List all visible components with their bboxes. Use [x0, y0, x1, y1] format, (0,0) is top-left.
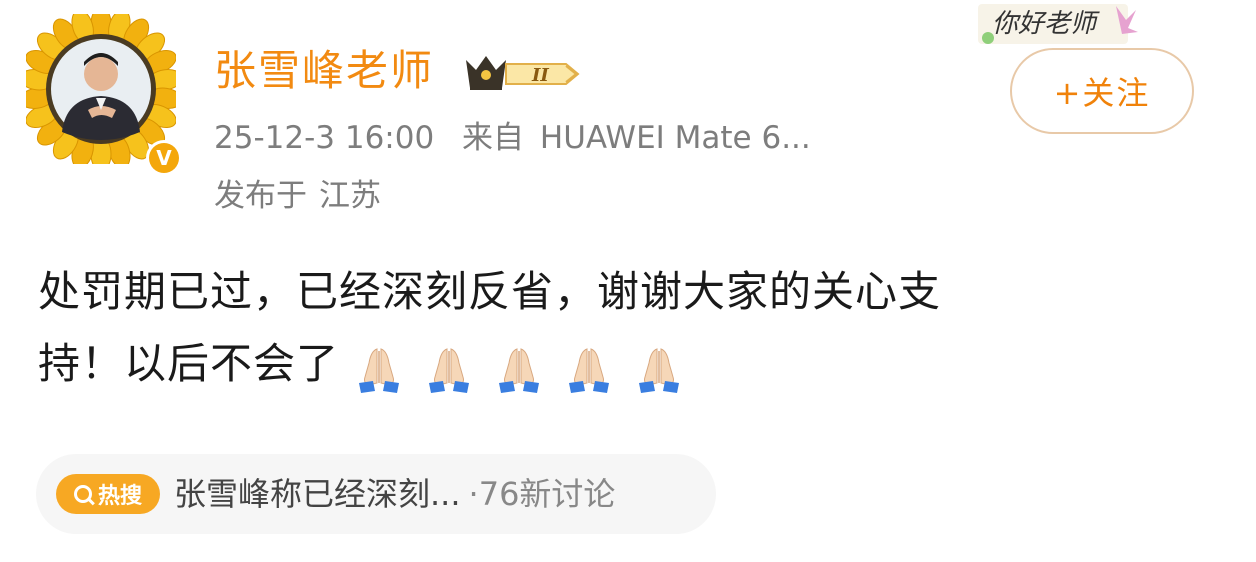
post-text-line2-wrap: 持！以后不会了	[38, 328, 1148, 400]
v-verified-icon: V	[149, 143, 179, 173]
pray-hands-icon	[499, 348, 540, 393]
post-source[interactable]: HUAWEI Mate 6...	[540, 120, 811, 156]
location-value: 江苏	[319, 178, 381, 214]
post-time: 25-12-3 16:00	[214, 120, 435, 156]
pray-hands-icon	[429, 348, 470, 393]
topic-count: 76新讨论	[478, 475, 616, 513]
sticker-text: 你好老师	[992, 9, 1097, 39]
verified-badge: V	[146, 140, 182, 176]
topic-separator: ·	[468, 475, 479, 513]
topic-text[interactable]: 张雪峰称已经深刻... ·76新讨论	[174, 472, 615, 516]
level-text: II	[531, 65, 549, 86]
user-name[interactable]: 张雪峰老师	[214, 46, 434, 96]
emoji-group	[353, 331, 703, 403]
hot-search-icon: 热搜	[56, 474, 160, 514]
pray-hands-icon	[639, 348, 680, 393]
pray-hands-icon	[359, 348, 400, 393]
source-prefix: 来自	[462, 120, 525, 156]
post-meta: 25-12-3 16:00 来自 HUAWEI Mate 6...	[214, 116, 811, 160]
post-body: 处罚期已过，已经深刻反省，谢谢大家的关心支 持！以后不会了	[38, 256, 1148, 400]
weibo-post-card: V 张雪峰老师 II 25-12-3 16:00 来自 HUAWEI Mate …	[0, 0, 1256, 562]
member-level-badge[interactable]: II	[462, 50, 584, 96]
location-prefix: 发布于	[214, 178, 307, 214]
sunflower-frame-icon	[26, 14, 176, 164]
pray-hands-icon	[569, 348, 610, 393]
topic-title: 张雪峰称已经深刻...	[174, 475, 461, 513]
post-text-line1: 处罚期已过，已经深刻反省，谢谢大家的关心支	[38, 267, 942, 316]
avatar[interactable]: V	[26, 14, 182, 176]
post-location: 发布于 江苏	[214, 174, 381, 218]
follow-button[interactable]: +关注	[1010, 48, 1194, 134]
post-text-line2: 持！以后不会了	[38, 339, 340, 388]
